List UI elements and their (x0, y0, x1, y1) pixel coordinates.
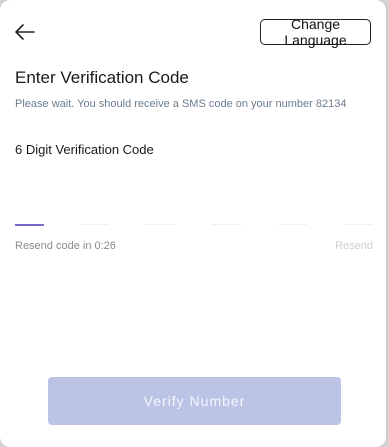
verification-code-inputs (15, 196, 375, 226)
resend-button[interactable]: Resend (335, 240, 373, 252)
code-digit-1[interactable] (15, 196, 44, 226)
code-field-label: 6 Digit Verification Code (15, 142, 154, 157)
code-digit-5[interactable] (278, 196, 307, 225)
change-language-button[interactable]: Change Language (260, 16, 371, 48)
code-digit-4[interactable] (212, 196, 241, 225)
page-title: Enter Verification Code (15, 68, 189, 87)
sms-instructions: Please wait. You should receive a SMS co… (15, 98, 347, 110)
code-digit-2[interactable] (80, 196, 109, 225)
code-digit-6[interactable] (344, 196, 373, 225)
back-button[interactable] (13, 20, 37, 44)
arrow-left-icon (15, 24, 35, 40)
verification-card: Change Language Enter Verification Code … (0, 0, 386, 447)
verify-number-button[interactable]: Verify Number (48, 377, 341, 425)
code-digit-3[interactable] (146, 196, 175, 225)
resend-countdown: Resend code in 0:26 (15, 240, 116, 252)
